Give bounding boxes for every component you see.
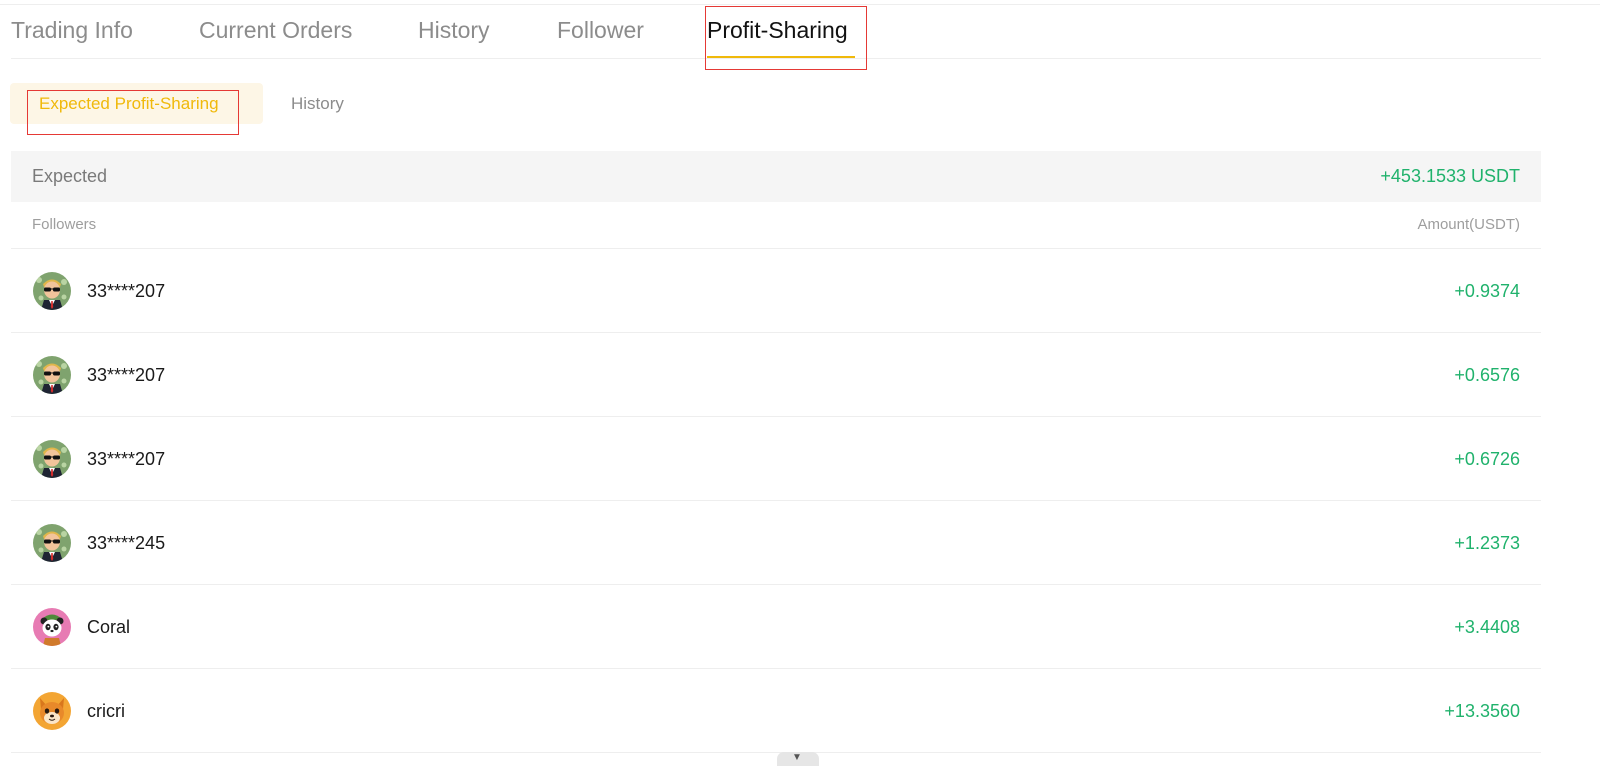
- expected-summary: Expected +453.1533 USDT: [11, 151, 1541, 202]
- table-row[interactable]: Coral +3.4408: [11, 585, 1541, 669]
- sunglasses-man-avatar: [33, 440, 71, 478]
- follower-amount: +1.2373: [1454, 533, 1520, 553]
- tab-trading-info[interactable]: Trading Info: [11, 0, 133, 58]
- shiba-dog-avatar: [33, 692, 71, 730]
- column-amount: Amount(USDT): [1417, 216, 1520, 233]
- table-row[interactable]: 33****207 +0.9374: [11, 249, 1541, 333]
- table-row[interactable]: 33****245 +1.2373: [11, 501, 1541, 585]
- expand-more-handle[interactable]: ▼: [777, 752, 819, 766]
- follower-name: Coral: [87, 617, 131, 637]
- follower-name: 33****207: [87, 365, 166, 385]
- subtab-history[interactable]: History: [291, 83, 344, 125]
- chevron-down-icon: ▼: [792, 752, 802, 763]
- highlight-box-expected: [27, 90, 239, 135]
- expected-total-value: +453.1533 USDT: [1380, 166, 1520, 186]
- table-row[interactable]: cricri +13.3560: [11, 669, 1541, 753]
- panda-avatar: [33, 608, 71, 646]
- sunglasses-man-avatar: [33, 524, 71, 562]
- highlight-box-profit-sharing: [705, 6, 867, 70]
- table-row[interactable]: 33****207 +0.6726: [11, 417, 1541, 501]
- follower-name: 33****207: [87, 449, 166, 469]
- follower-amount: +3.4408: [1454, 617, 1520, 637]
- sunglasses-man-avatar: [33, 272, 71, 310]
- follower-name: cricri: [87, 701, 125, 721]
- follower-amount: +13.3560: [1444, 701, 1520, 721]
- follower-name: 33****207: [87, 281, 166, 301]
- follower-name: 33****245: [87, 533, 166, 553]
- table-row[interactable]: 33****207 +0.6576: [11, 333, 1541, 417]
- tab-history[interactable]: History: [418, 0, 490, 58]
- table-header: Followers Amount(USDT): [11, 202, 1541, 249]
- tab-current-orders[interactable]: Current Orders: [199, 0, 352, 58]
- follower-amount: +0.6726: [1454, 449, 1520, 469]
- follower-amount: +0.9374: [1454, 281, 1520, 301]
- follower-amount: +0.6576: [1454, 365, 1520, 385]
- sunglasses-man-avatar: [33, 356, 71, 394]
- column-followers: Followers: [32, 216, 97, 233]
- follower-list: 33****207 +0.9374 33****207 +0.6576 33**…: [11, 249, 1541, 753]
- expected-label: Expected: [32, 166, 108, 186]
- tab-follower[interactable]: Follower: [557, 0, 644, 58]
